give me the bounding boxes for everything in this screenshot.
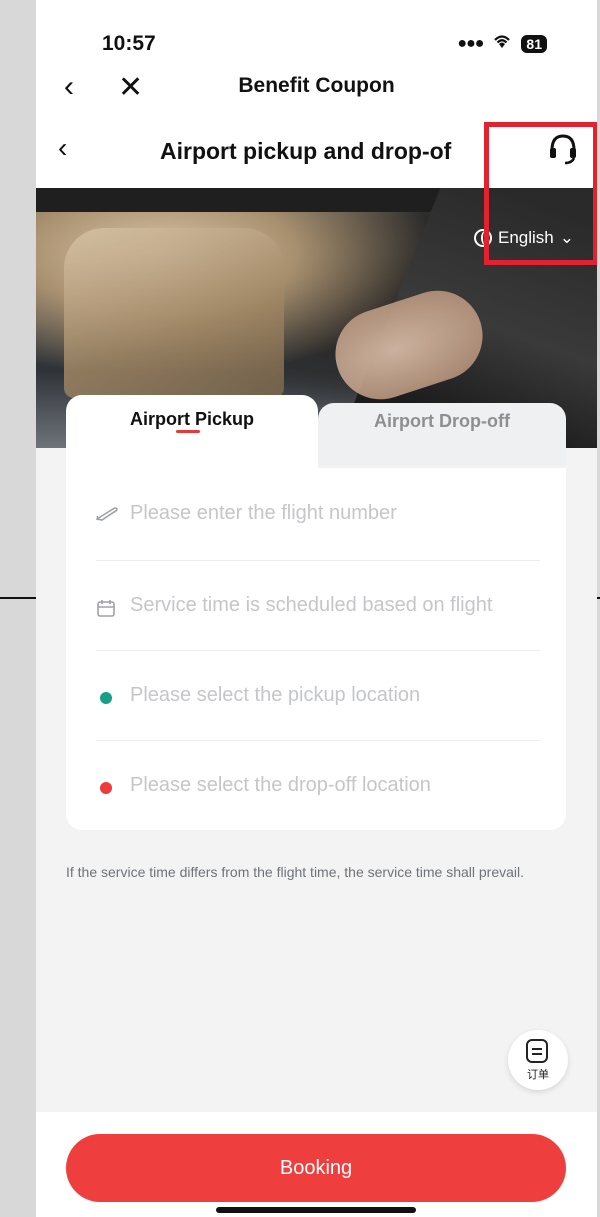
signal-icon: ●●● (457, 34, 484, 52)
phone-screen: 10:57 ●●● 81 ‹ ✕ Benefit Coupon ‹ Airpor… (36, 0, 597, 1217)
orders-button[interactable]: 订单 (508, 1030, 568, 1090)
dropoff-location-placeholder: Please select the drop-off location (130, 774, 431, 796)
pickup-location-field[interactable]: Please select the pickup location (96, 650, 540, 740)
pickup-dot-icon (100, 692, 112, 704)
tab-label: Airport Pickup (129, 409, 254, 429)
tab-airport-dropoff[interactable]: Airport Drop-off (318, 403, 566, 465)
status-time: 10:57 (102, 32, 156, 55)
bottom-bar: Booking (36, 1112, 597, 1217)
tab-label: Airport Drop-off (374, 411, 510, 431)
booking-button[interactable]: Booking (66, 1134, 566, 1202)
service-time-note: If the service time differs from the fli… (66, 864, 525, 880)
page-back-button[interactable]: ‹ (58, 132, 67, 164)
tab-bar: Airport Pickup Airport Drop-off (66, 395, 566, 470)
left-margin (0, 0, 36, 1217)
car-seat-image (64, 228, 284, 398)
active-tab-indicator (176, 430, 200, 433)
highlight-box (484, 122, 597, 265)
dropoff-dot-icon (100, 782, 112, 794)
page-title: Airport pickup and drop-of (160, 138, 452, 164)
booking-form: Please enter the flight number Service t… (66, 468, 566, 830)
flight-number-field[interactable]: Please enter the flight number (94, 468, 540, 558)
home-indicator (216, 1207, 416, 1213)
battery-icon: 81 (521, 34, 547, 53)
dropoff-location-field[interactable]: Please select the drop-off location (96, 740, 540, 830)
plane-icon (94, 506, 118, 527)
service-time-field[interactable]: Service time is scheduled based on fligh… (96, 560, 540, 650)
orders-label: 订单 (527, 1069, 549, 1081)
calendar-icon (96, 598, 116, 623)
order-list-icon (526, 1039, 548, 1063)
left-edge-line (0, 597, 36, 599)
nav-title: Benefit Coupon (238, 74, 395, 97)
service-time-placeholder: Service time is scheduled based on fligh… (130, 594, 493, 616)
pickup-location-placeholder: Please select the pickup location (130, 684, 421, 706)
status-icons: ●●● 81 (457, 33, 547, 54)
flight-number-placeholder: Please enter the flight number (130, 502, 397, 524)
wifi-icon (492, 33, 512, 54)
